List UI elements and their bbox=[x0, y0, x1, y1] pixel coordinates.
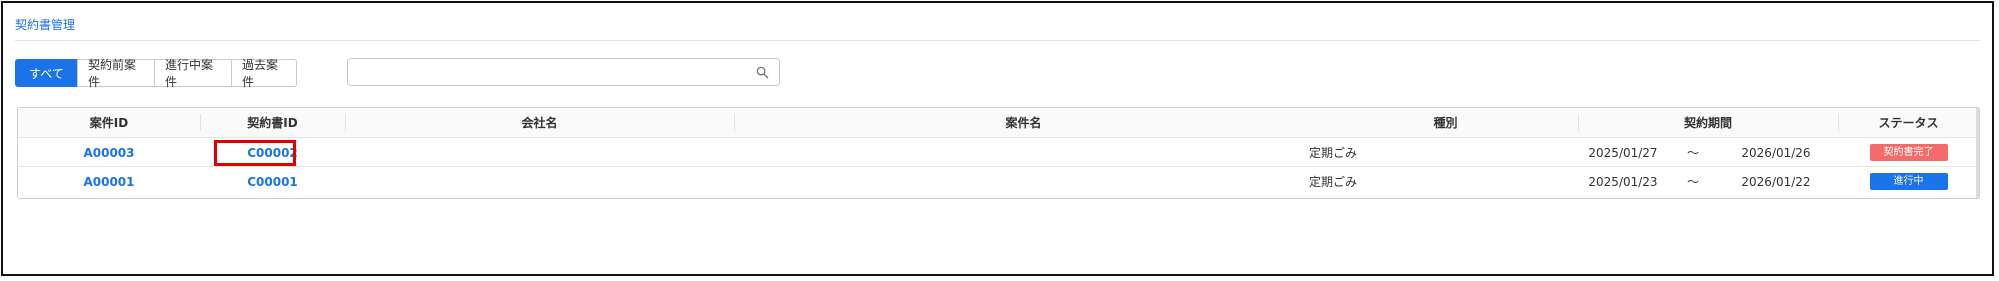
tab-in-progress[interactable]: 進行中案件 bbox=[154, 58, 232, 89]
row-divider bbox=[18, 137, 252, 138]
table-header: 案件ID 契約書ID 会社名 案件名 種別 契約期間 ステータス bbox=[18, 108, 1979, 138]
col-header-company[interactable]: 会社名 bbox=[345, 108, 734, 137]
col-header-period[interactable]: 契約期間 bbox=[1578, 108, 1838, 137]
status-cell: 契約書完了 bbox=[1838, 138, 1979, 167]
type-cell: 定期ごみ bbox=[1309, 146, 1358, 160]
col-header-project-name[interactable]: 案件名 bbox=[734, 108, 1313, 137]
highlight-box bbox=[214, 140, 296, 166]
tab-past[interactable]: 過去案件 bbox=[231, 58, 297, 89]
period-end: 2026/01/26 bbox=[1741, 145, 1811, 160]
page-title: 契約書管理 bbox=[15, 18, 76, 32]
contracts-table: 案件ID 契約書ID 会社名 案件名 種別 契約期間 ステータス A00003 … bbox=[17, 107, 1980, 199]
project-id-link[interactable]: A00003 bbox=[18, 138, 200, 167]
table-scrollbar[interactable] bbox=[1976, 108, 1979, 198]
company-cell bbox=[345, 138, 734, 167]
project-name-cell bbox=[734, 167, 1313, 196]
status-cell: 進行中 bbox=[1838, 167, 1979, 196]
status-badge: 進行中 bbox=[1869, 173, 1948, 190]
period-start: 2025/01/27 bbox=[1588, 145, 1658, 160]
search-box bbox=[347, 58, 780, 86]
period-end: 2026/01/22 bbox=[1741, 174, 1811, 189]
table-row[interactable]: A00003 C00002 定期ごみ 2025/01/27 〜 2026/01/… bbox=[18, 138, 1979, 167]
col-header-status[interactable]: ステータス bbox=[1838, 108, 1979, 137]
period-separator: 〜 bbox=[1686, 175, 1699, 189]
table-row[interactable]: A00001 C00001 定期ごみ 2025/01/23 〜 2026/01/… bbox=[18, 167, 1979, 196]
col-header-type[interactable]: 種別 bbox=[1313, 108, 1578, 137]
filter-tabs: すべて 契約前案件 進行中案件 過去案件 bbox=[15, 58, 297, 89]
row-divider bbox=[828, 137, 1979, 138]
tab-pre-contract[interactable]: 契約前案件 bbox=[77, 58, 155, 89]
period-start: 2025/01/23 bbox=[1588, 174, 1658, 189]
col-header-contract-id[interactable]: 契約書ID bbox=[200, 108, 345, 137]
title-divider bbox=[15, 40, 1980, 41]
status-badge: 契約書完了 bbox=[1869, 144, 1948, 161]
project-name-cell bbox=[734, 138, 1313, 167]
tab-all[interactable]: すべて bbox=[15, 59, 78, 87]
col-header-project-id[interactable]: 案件ID bbox=[18, 108, 200, 137]
type-cell: 定期ごみ bbox=[1309, 175, 1358, 189]
search-input[interactable] bbox=[348, 59, 754, 85]
contract-id-link[interactable]: C00001 bbox=[200, 167, 345, 196]
project-id-link[interactable]: A00001 bbox=[18, 167, 200, 196]
company-cell bbox=[345, 167, 734, 196]
search-icon[interactable] bbox=[756, 66, 769, 79]
period-separator: 〜 bbox=[1686, 146, 1699, 160]
